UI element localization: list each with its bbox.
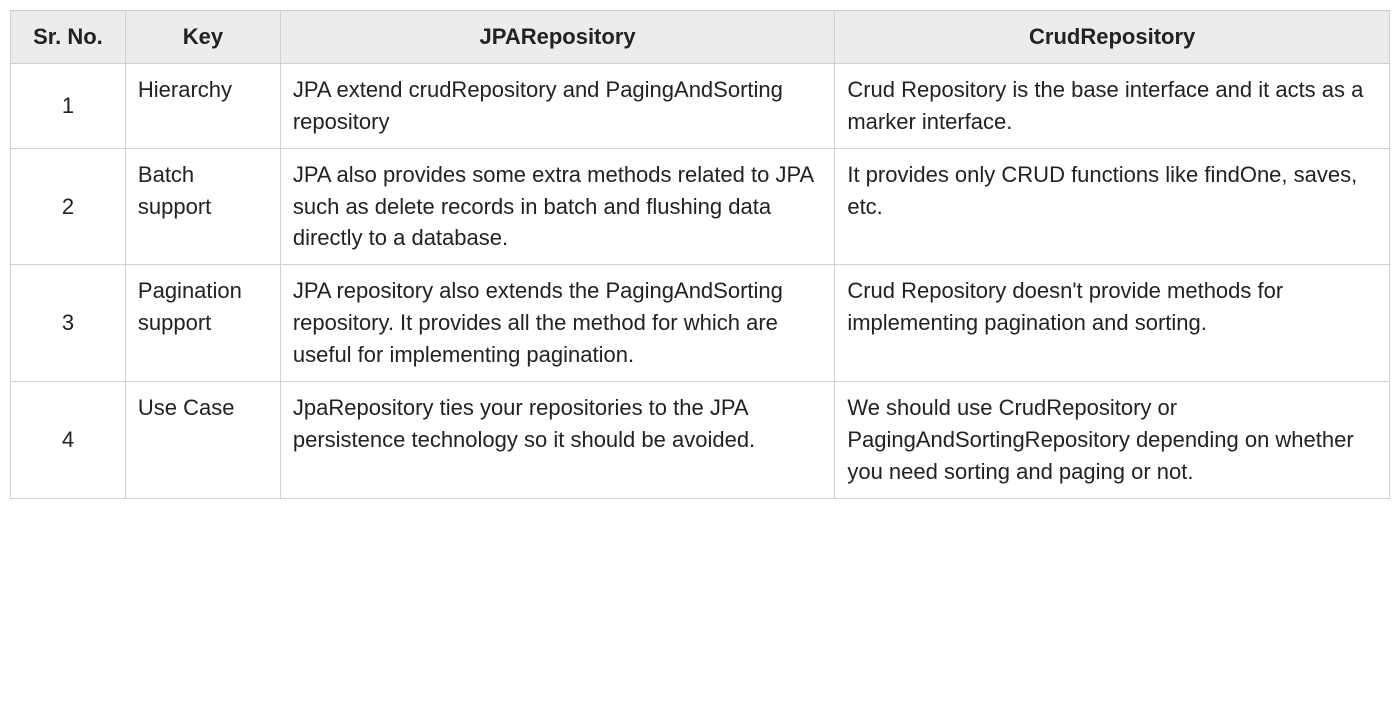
- header-crud: CrudRepository: [835, 11, 1390, 64]
- cell-crud: It provides only CRUD functions like fin…: [835, 148, 1390, 265]
- table-row: 1 Hierarchy JPA extend crudRepository an…: [11, 63, 1390, 148]
- cell-crud: Crud Repository is the base interface an…: [835, 63, 1390, 148]
- cell-srno: 2: [11, 148, 126, 265]
- table-row: 4 Use Case JpaRepository ties your repos…: [11, 382, 1390, 499]
- cell-srno: 4: [11, 382, 126, 499]
- table-header-row: Sr. No. Key JPARepository CrudRepository: [11, 11, 1390, 64]
- cell-key: Hierarchy: [125, 63, 280, 148]
- cell-jpa: JpaRepository ties your repositories to …: [280, 382, 834, 499]
- header-jpa: JPARepository: [280, 11, 834, 64]
- header-srno: Sr. No.: [11, 11, 126, 64]
- table-row: 3 Pagination support JPA repository also…: [11, 265, 1390, 382]
- cell-jpa: JPA repository also extends the PagingAn…: [280, 265, 834, 382]
- cell-jpa: JPA also provides some extra methods rel…: [280, 148, 834, 265]
- header-key: Key: [125, 11, 280, 64]
- table-row: 2 Batch support JPA also provides some e…: [11, 148, 1390, 265]
- cell-key: Use Case: [125, 382, 280, 499]
- cell-key: Batch support: [125, 148, 280, 265]
- cell-jpa: JPA extend crudRepository and PagingAndS…: [280, 63, 834, 148]
- comparison-table: Sr. No. Key JPARepository CrudRepository…: [10, 10, 1390, 499]
- cell-srno: 1: [11, 63, 126, 148]
- cell-crud: We should use CrudRepository or PagingAn…: [835, 382, 1390, 499]
- cell-key: Pagination support: [125, 265, 280, 382]
- cell-srno: 3: [11, 265, 126, 382]
- cell-crud: Crud Repository doesn't provide methods …: [835, 265, 1390, 382]
